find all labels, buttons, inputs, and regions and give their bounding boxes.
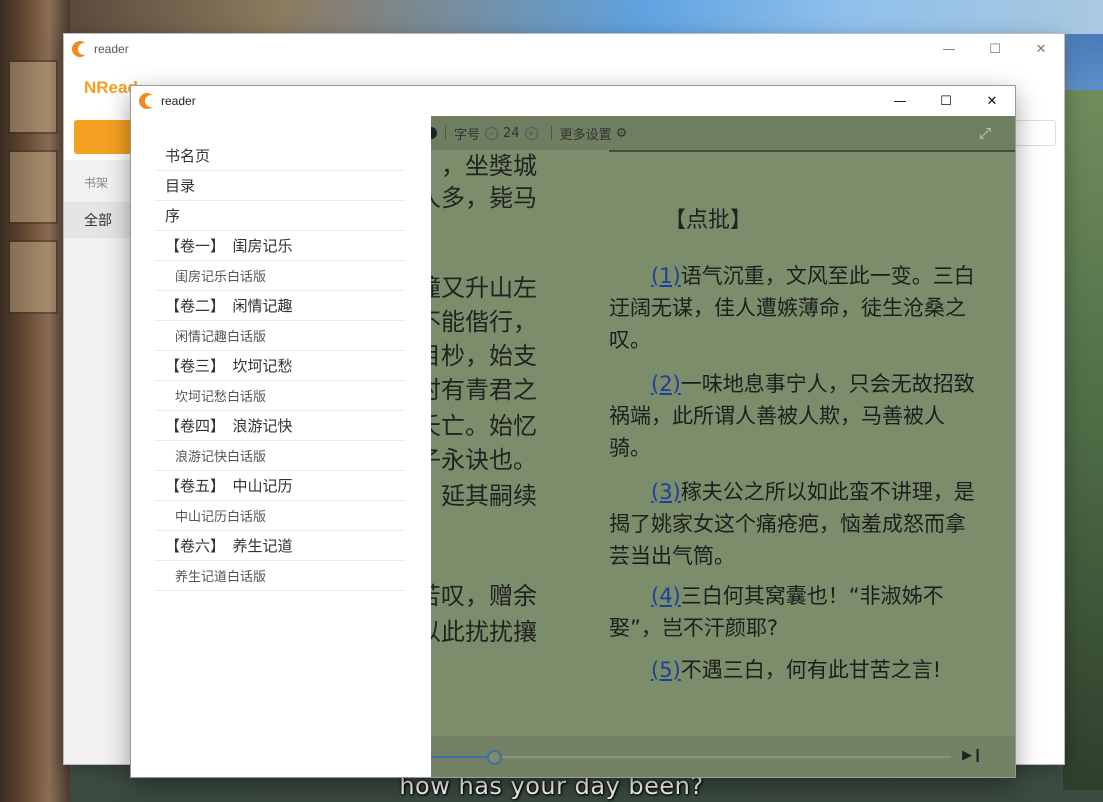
gear-icon[interactable]: ⚙ xyxy=(616,126,628,141)
close-icon[interactable]: ✕ xyxy=(969,86,1015,116)
body-text-fragment: ，坐獎城 xyxy=(441,152,537,180)
toc-item[interactable]: 坎坷记愁白话版 xyxy=(155,381,405,411)
reader-titlebar[interactable]: reader — ☐ ✕ xyxy=(131,86,1015,116)
wallpaper-window-frame xyxy=(0,0,70,802)
body-text-fragment: 人多，毙马 xyxy=(431,184,537,212)
toc-item[interactable]: 目录 xyxy=(155,171,405,201)
back-window-title: reader xyxy=(94,42,129,56)
toc-item[interactable]: 【卷三】 坎坷记愁 xyxy=(155,351,405,381)
table-of-contents: 书名页 目录序【卷一】 闺房记乐 闺房记乐白话版 【卷二】 闲情记趣 闲情记趣白话版 【卷… xyxy=(155,141,405,591)
body-text-fragment: 目杪，始支 xyxy=(431,342,537,370)
wallpaper-pane xyxy=(8,150,58,224)
wallpaper-pane xyxy=(8,240,58,314)
page-rule xyxy=(609,150,1015,152)
toolbar-divider xyxy=(550,126,552,140)
note-text: 不遇三白，何有此甘苦之言! xyxy=(680,658,942,682)
left-page-column: ，坐獎城人多，毙马撞又升山左不能偕行， 目杪，始支时有青君之夭亡。始忆子永诀也。 ，… xyxy=(431,150,539,730)
reader-toolbar: 字号 - 24 + 更多设置 ⚙ ⤢ xyxy=(431,116,1015,150)
footnote-link[interactable]: (4) xyxy=(651,584,681,608)
next-chapter-icon[interactable]: ▶❙ xyxy=(962,748,983,763)
more-settings-button[interactable]: 更多设置 xyxy=(560,124,612,143)
body-text-fragment: 不能偕行， xyxy=(431,308,537,336)
toc-item[interactable]: 【卷四】 浪游记快 xyxy=(155,411,405,441)
right-page-column: 【点批】 (1)语气沉重，文风至此一变。三白迂阔无谋，佳人遭嫉薄命，徒生沧桑之叹… xyxy=(609,150,1015,730)
body-text-fragment: 以此扰扰攘 xyxy=(431,618,537,646)
annotation-note: (1)语气沉重，文风至此一变。三白迂阔无谋，佳人遭嫉薄命，徒生沧桑之叹。 xyxy=(609,260,984,356)
theme-color-swatch[interactable] xyxy=(431,127,437,139)
font-size-value: 24 xyxy=(503,125,520,141)
progress-slider-handle[interactable] xyxy=(487,750,503,765)
progress-track[interactable] xyxy=(431,756,951,758)
reader-window-controls: — ☐ ✕ xyxy=(877,86,1015,116)
section-title: 【点批】 xyxy=(664,208,753,233)
wallpaper-pane xyxy=(8,60,58,134)
footnote-link[interactable]: (3) xyxy=(651,480,681,504)
toc-item[interactable]: 序 xyxy=(155,201,405,231)
footnote-link[interactable]: (1) xyxy=(651,264,681,288)
toc-item[interactable]: 书名页 xyxy=(155,141,405,171)
maximize-icon[interactable]: ☐ xyxy=(923,86,969,116)
sidebar-item-label: 全部 xyxy=(84,213,112,229)
sidebar-item-all[interactable]: 全部 xyxy=(64,202,130,238)
body-text-fragment: 夭亡。始忆 xyxy=(431,412,537,440)
toc-item[interactable]: 【卷二】 闲情记趣 xyxy=(155,291,405,321)
wallpaper-sky xyxy=(70,0,1103,34)
annotation-note: (5)不遇三白，何有此甘苦之言! xyxy=(609,654,984,686)
toc-item[interactable]: 【卷六】 养生记道 xyxy=(155,531,405,561)
footnote-link[interactable]: (2) xyxy=(651,372,681,396)
toc-item[interactable]: 【卷五】 中山记历 xyxy=(155,471,405,501)
font-decrease-icon[interactable]: - xyxy=(485,126,499,140)
reader-window-title: reader xyxy=(161,94,196,108)
annotation-note: (2)一味地息事宁人，只会无故招致祸端，此所谓人善被人欺，马善被人骑。 xyxy=(609,368,984,464)
toc-item[interactable]: 闲情记趣白话版 xyxy=(155,321,405,351)
toc-item[interactable]: 【卷一】 闺房记乐 xyxy=(155,231,405,261)
maximize-icon[interactable]: ☐ xyxy=(972,34,1018,64)
font-size-label: 字号 xyxy=(454,127,481,143)
sidebar-section-label: 书架 xyxy=(84,176,109,190)
body-text-fragment: 苦叹，赠余 xyxy=(431,582,537,610)
toc-item[interactable]: 闺房记乐白话版 xyxy=(155,261,405,291)
reading-progress-bar: ▶❙ xyxy=(431,736,1015,777)
footnote-link[interactable]: (5) xyxy=(651,658,681,682)
close-icon[interactable]: ✕ xyxy=(1018,34,1064,64)
app-logo-icon xyxy=(139,93,155,109)
app-logo-icon xyxy=(72,41,88,57)
reading-pane[interactable]: 字号 - 24 + 更多设置 ⚙ ⤢ ，坐獎城人多，毙马撞又升山左不能偕行， 目杪… xyxy=(431,116,1015,777)
minimize-icon[interactable]: — xyxy=(877,86,923,116)
body-text-fragment: 时有青君之 xyxy=(431,376,537,404)
back-window-controls: — ☐ ✕ xyxy=(926,34,1064,64)
brand-name: NRead xyxy=(84,78,138,97)
toolbar-divider xyxy=(445,126,446,140)
progress-fill xyxy=(431,756,494,758)
body-text-fragment: 撞又升山左 xyxy=(431,274,537,302)
wallpaper-foliage xyxy=(1063,90,1103,790)
minimize-icon[interactable]: — xyxy=(926,34,972,64)
fullscreen-icon[interactable]: ⤢ xyxy=(979,125,995,141)
font-increase-icon[interactable]: + xyxy=(524,126,538,140)
back-titlebar[interactable]: reader — ☐ ✕ xyxy=(64,34,1064,64)
body-text-fragment: ，延其嗣续 xyxy=(431,482,537,510)
toc-item[interactable]: 浪游记快白话版 xyxy=(155,441,405,471)
toc-item[interactable]: 养生记道白话版 xyxy=(155,561,405,591)
back-sidebar xyxy=(64,160,130,764)
annotation-note: (3)稼夫公之所以如此蛮不讲理，是揭了姚家女这个痛疮疤，恼羞成怒而拿芸当出气筒。 xyxy=(609,476,984,572)
body-text-fragment: 子永诀也。 xyxy=(431,446,537,474)
reader-window[interactable]: reader — ☐ ✕ 书名页 目录序【卷一】 闺房记乐 闺房记乐白话版 【卷二】 … xyxy=(131,86,1015,777)
toc-item[interactable]: 中山记历白话版 xyxy=(155,501,405,531)
annotation-note: (4)三白何其窝囊也！“非淑姊不娶”，岂不汗颜耶? xyxy=(609,580,984,644)
